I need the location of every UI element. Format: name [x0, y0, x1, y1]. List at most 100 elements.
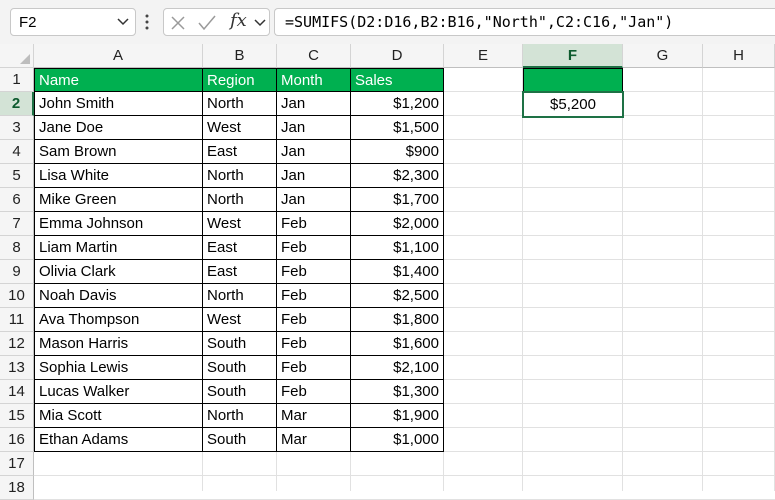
row-header-5[interactable]: 5	[0, 164, 34, 188]
table-cell[interactable]: Jan	[277, 92, 351, 116]
table-cell[interactable]: $1,100	[351, 236, 444, 260]
table-cell[interactable]: $2,000	[351, 212, 444, 236]
table-cell[interactable]: Emma Johnson	[34, 212, 203, 236]
column-header-c[interactable]: C	[277, 44, 351, 68]
table-cell[interactable]: $1,400	[351, 260, 444, 284]
table-cell[interactable]: Feb	[277, 356, 351, 380]
table-cell[interactable]: Feb	[277, 332, 351, 356]
table-cell[interactable]: Noah Davis	[34, 284, 203, 308]
row-header-7[interactable]: 7	[0, 212, 34, 236]
table-cell[interactable]: $1,700	[351, 188, 444, 212]
table-cell[interactable]: North	[203, 404, 277, 428]
table-cell[interactable]: Jane Doe	[34, 116, 203, 140]
enter-icon[interactable]	[198, 15, 216, 31]
table-cell[interactable]: East	[203, 260, 277, 284]
row-header-18[interactable]: 18	[0, 476, 34, 500]
row-header-2[interactable]: 2	[0, 92, 34, 116]
table-cell[interactable]: Mike Green	[34, 188, 203, 212]
table-cell[interactable]: Feb	[277, 236, 351, 260]
table-header-cell[interactable]: Name	[34, 68, 203, 92]
table-cell[interactable]: West	[203, 308, 277, 332]
table-cell[interactable]: Sophia Lewis	[34, 356, 203, 380]
table-cell[interactable]: Jan	[277, 140, 351, 164]
chevron-down-icon[interactable]	[117, 18, 129, 26]
table-header-cell[interactable]: Month	[277, 68, 351, 92]
column-header-d[interactable]: D	[351, 44, 444, 68]
select-all-button[interactable]	[0, 44, 34, 68]
table-cell[interactable]: South	[203, 332, 277, 356]
table-cell[interactable]: North	[203, 284, 277, 308]
table-cell[interactable]: $1,000	[351, 428, 444, 452]
row-header-3[interactable]: 3	[0, 116, 34, 140]
table-cell[interactable]: Lucas Walker	[34, 380, 203, 404]
column-header-e[interactable]: E	[444, 44, 523, 68]
table-cell[interactable]: East	[203, 140, 277, 164]
row-header-9[interactable]: 9	[0, 260, 34, 284]
column-header-b[interactable]: B	[203, 44, 277, 68]
table-cell[interactable]: $1,200	[351, 92, 444, 116]
table-cell[interactable]: $1,600	[351, 332, 444, 356]
table-cell[interactable]: West	[203, 212, 277, 236]
table-cell[interactable]: Feb	[277, 284, 351, 308]
row-header-14[interactable]: 14	[0, 380, 34, 404]
table-header-cell[interactable]: Region	[203, 68, 277, 92]
row-header-17[interactable]: 17	[0, 452, 34, 476]
table-cell[interactable]: Ava Thompson	[34, 308, 203, 332]
table-cell[interactable]: $1,300	[351, 380, 444, 404]
table-cell[interactable]: $2,500	[351, 284, 444, 308]
row-header-12[interactable]: 12	[0, 332, 34, 356]
table-cell[interactable]: Mason Harris	[34, 332, 203, 356]
column-header-a[interactable]: A	[34, 44, 203, 68]
row-header-1[interactable]: 1	[0, 68, 34, 92]
table-cell[interactable]: Ethan Adams	[34, 428, 203, 452]
table-cell[interactable]: Jan	[277, 116, 351, 140]
table-cell[interactable]: Olivia Clark	[34, 260, 203, 284]
table-cell[interactable]: North	[203, 188, 277, 212]
chevron-down-icon[interactable]	[254, 19, 266, 27]
table-cell[interactable]: Feb	[277, 380, 351, 404]
more-icon[interactable]	[145, 13, 149, 31]
table-cell[interactable]: Feb	[277, 212, 351, 236]
table-cell[interactable]: Jan	[277, 164, 351, 188]
row-header-16[interactable]: 16	[0, 428, 34, 452]
table-cell[interactable]: North	[203, 164, 277, 188]
name-box[interactable]: F2	[10, 8, 136, 36]
table-cell[interactable]: South	[203, 380, 277, 404]
table-cell[interactable]: $900	[351, 140, 444, 164]
table-cell[interactable]: Feb	[277, 308, 351, 332]
table-cell[interactable]: Feb	[277, 260, 351, 284]
table-cell[interactable]: West	[203, 116, 277, 140]
table-cell[interactable]: Lisa White	[34, 164, 203, 188]
table-cell[interactable]: $1,500	[351, 116, 444, 140]
result-header-cell[interactable]	[523, 68, 623, 93]
row-header-4[interactable]: 4	[0, 140, 34, 164]
cancel-icon[interactable]	[170, 15, 186, 31]
row-header-10[interactable]: 10	[0, 284, 34, 308]
table-cell[interactable]: North	[203, 92, 277, 116]
row-header-11[interactable]: 11	[0, 308, 34, 332]
row-header-8[interactable]: 8	[0, 236, 34, 260]
table-cell[interactable]: $1,900	[351, 404, 444, 428]
table-header-cell[interactable]: Sales	[351, 68, 444, 92]
row-header-15[interactable]: 15	[0, 404, 34, 428]
table-cell[interactable]: South	[203, 428, 277, 452]
column-header-g[interactable]: G	[623, 44, 703, 68]
row-header-6[interactable]: 6	[0, 188, 34, 212]
result-value-cell[interactable]: $5,200	[523, 92, 623, 117]
insert-function-icon[interactable]: fx	[230, 10, 247, 31]
formula-input[interactable]: =SUMIFS(D2:D16,B2:B16,"North",C2:C16,"Ja…	[274, 8, 775, 36]
table-cell[interactable]: Mia Scott	[34, 404, 203, 428]
table-cell[interactable]: Mar	[277, 404, 351, 428]
table-cell[interactable]: $2,100	[351, 356, 444, 380]
column-header-h[interactable]: H	[703, 44, 775, 68]
table-cell[interactable]: John Smith	[34, 92, 203, 116]
table-cell[interactable]: East	[203, 236, 277, 260]
table-cell[interactable]: Liam Martin	[34, 236, 203, 260]
row-header-13[interactable]: 13	[0, 356, 34, 380]
table-cell[interactable]: Mar	[277, 428, 351, 452]
table-cell[interactable]: South	[203, 356, 277, 380]
table-cell[interactable]: $2,300	[351, 164, 444, 188]
column-header-f[interactable]: F	[523, 44, 623, 68]
table-cell[interactable]: Sam Brown	[34, 140, 203, 164]
table-cell[interactable]: Jan	[277, 188, 351, 212]
